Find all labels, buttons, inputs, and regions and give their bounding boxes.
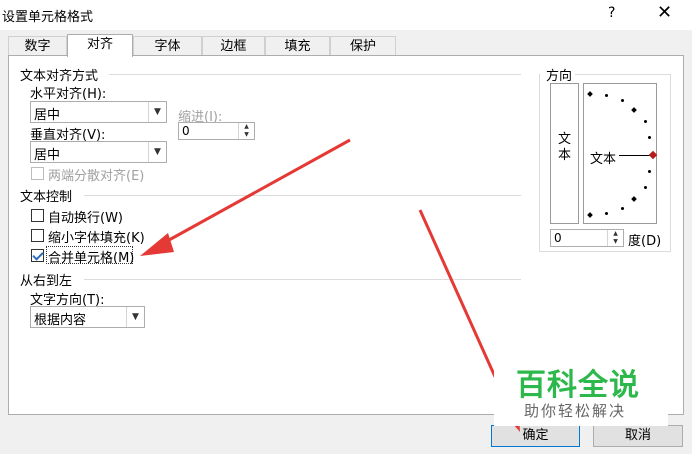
tab-fill[interactable]: 填充 [265,36,330,56]
title-bar: 设置单元格格式 ? ✕ [0,0,692,30]
dial-mark [621,207,624,210]
vertical-text-orientation[interactable]: 文本 [550,83,579,224]
stepper-down-icon[interactable]: ▼ [608,238,623,246]
cancel-button[interactable]: 取消 [593,425,683,447]
separator [575,74,671,75]
rtl-group-title: 从右到左 [20,274,73,289]
separator [109,74,521,75]
separator [539,74,540,252]
stepper-buttons[interactable]: ▲ ▼ [607,230,623,246]
stepper-buttons[interactable]: ▲ ▼ [238,123,254,139]
dial-mark [631,196,637,202]
orientation-handle[interactable] [648,150,658,160]
watermark-slogan: 助你轻松解决 [524,402,627,420]
help-button[interactable]: ? [608,5,615,21]
merge-cells-checkbox[interactable] [31,249,44,262]
stepper-up-icon[interactable]: ▲ [608,230,623,238]
separator [539,251,671,252]
orientation-dial[interactable]: 文本 [583,83,658,224]
degrees-label: 度(D) [628,234,662,249]
stepper-down-icon[interactable]: ▼ [239,131,254,139]
dialog-title: 设置单元格格式 [2,10,94,25]
dial-mark [605,94,608,97]
separator [84,279,521,280]
dial-mark [631,107,637,113]
stepper-up-icon[interactable]: ▲ [239,123,254,131]
dial-mark [587,212,593,218]
degrees-value: 0 [554,231,562,245]
tab-alignment[interactable]: 对齐 [67,34,133,57]
orientation-needle [619,155,651,156]
tab-border[interactable]: 边框 [202,36,265,56]
dial-mark [587,91,593,97]
text-direction-select[interactable]: 根据内容 ▼ [30,306,145,328]
chevron-down-icon[interactable]: ▼ [148,142,166,162]
dial-mark [644,120,647,123]
wrap-text-label: 自动换行(W) [48,211,123,226]
separator [670,74,671,252]
wrap-text-checkbox[interactable] [31,209,44,222]
dial-mark [605,212,608,215]
dial-mark [621,99,624,102]
tab-protection[interactable]: 保护 [330,36,396,56]
vertical-align-select[interactable]: 居中 ▼ [30,141,167,163]
horizontal-align-select[interactable]: 居中 ▼ [30,101,167,123]
close-button[interactable]: ✕ [657,2,672,23]
orientation-group-title: 方向 [546,69,573,84]
watermark-logo-text: 百科全说 [516,368,640,403]
justify-distributed-label: 两端分散对齐(E) [48,169,145,184]
chevron-down-icon[interactable]: ▼ [148,102,166,122]
vertical-text: 文本 [558,132,572,163]
merge-cells-label: 合并单元格(M) [48,251,135,266]
shrink-to-fit-label: 缩小字体填充(K) [48,231,145,246]
dial-mark [644,186,647,189]
horizontal-align-label: 水平对齐(H): [30,87,107,102]
text-control-group-title: 文本控制 [20,190,73,205]
horizontal-align-value: 居中 [34,108,61,123]
indent-stepper[interactable]: 0 ▲ ▼ [178,122,255,140]
vertical-align-value: 居中 [34,148,61,163]
separator [84,195,521,196]
shrink-to-fit-checkbox[interactable] [31,229,44,242]
watermark: 百科全说 助你轻松解决 [494,356,668,426]
text-alignment-group-title: 文本对齐方式 [20,69,99,84]
justify-distributed-checkbox[interactable] [31,167,44,180]
indent-value: 0 [182,124,190,138]
tab-number[interactable]: 数字 [8,36,67,56]
ok-button[interactable]: 确定 [491,425,580,447]
dial-mark [648,170,651,173]
degrees-stepper[interactable]: 0 ▲ ▼ [550,229,624,247]
chevron-down-icon[interactable]: ▼ [126,307,144,327]
text-direction-value: 根据内容 [34,313,87,328]
tab-font[interactable]: 字体 [133,36,202,56]
orientation-text: 文本 [590,152,617,167]
dial-mark [648,136,651,139]
